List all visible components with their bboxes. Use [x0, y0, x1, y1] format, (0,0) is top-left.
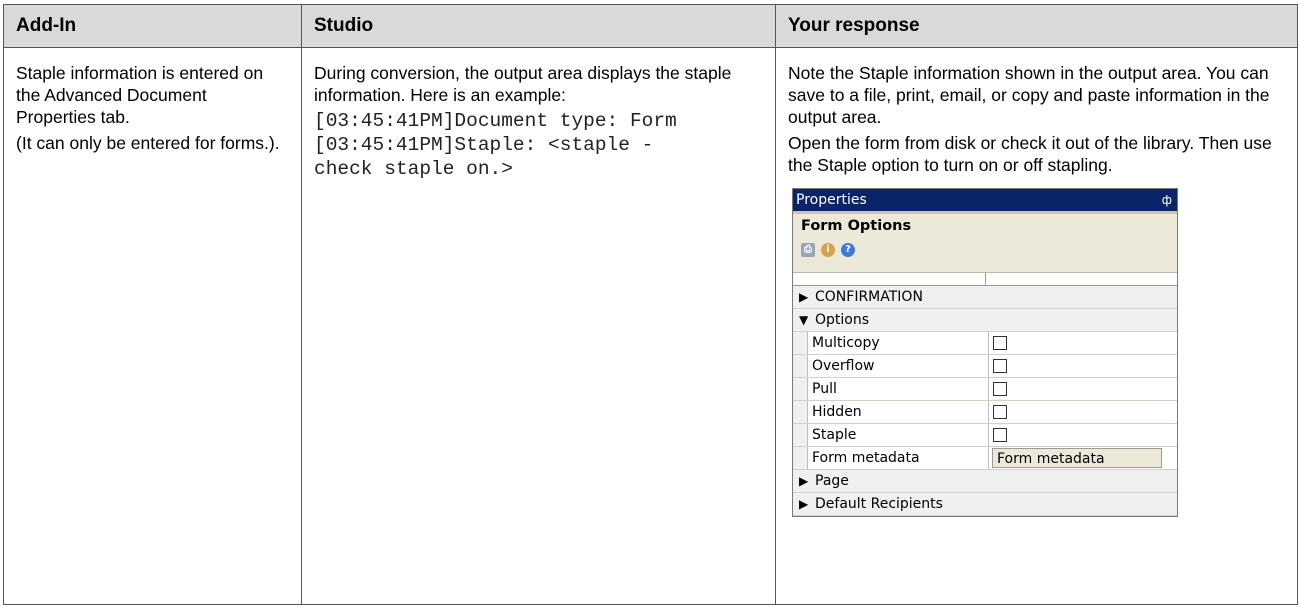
- form-options-header: Form Options: [793, 211, 1177, 238]
- code-line: check staple on.>: [314, 158, 513, 180]
- property-name: Overflow: [808, 355, 989, 377]
- content-row: Staple information is entered on the Adv…: [3, 47, 1298, 605]
- code-line: [03:45:41PM]Staple: <staple -: [314, 134, 654, 156]
- print-icon[interactable]: ⎙: [801, 243, 815, 257]
- property-name: Hidden: [808, 401, 989, 423]
- overflow-checkbox[interactable]: [993, 359, 1007, 373]
- category-page[interactable]: ▶ Page: [793, 470, 1177, 493]
- category-confirmation[interactable]: ▶ CONFIRMATION: [793, 286, 1177, 309]
- pull-checkbox[interactable]: [993, 382, 1007, 396]
- panel-title-bar: Properties ф: [793, 189, 1177, 211]
- collapse-icon[interactable]: ▼: [799, 309, 815, 331]
- header-row: Add-In Studio Your response: [3, 4, 1298, 48]
- property-name: Multicopy: [808, 332, 989, 354]
- code-line: [03:45:41PM]Document type: Form: [314, 110, 677, 132]
- property-name: Staple: [808, 424, 989, 446]
- expand-icon[interactable]: ▶: [799, 286, 815, 308]
- category-label: Options: [815, 312, 870, 328]
- column-header-addin: Add-In: [3, 4, 302, 48]
- multicopy-checkbox[interactable]: [993, 336, 1007, 350]
- property-row-overflow: Overflow: [793, 355, 1177, 378]
- property-row-pull: Pull: [793, 378, 1177, 401]
- property-name: Pull: [808, 378, 989, 400]
- response-cell: Note the Staple information shown in the…: [775, 47, 1298, 605]
- column-header-response: Your response: [775, 4, 1298, 48]
- comparison-table: Add-In Studio Your response Staple infor…: [3, 4, 1298, 605]
- category-default-recipients[interactable]: ▶ Default Recipients: [793, 493, 1177, 516]
- staple-checkbox[interactable]: [993, 428, 1007, 442]
- hidden-checkbox[interactable]: [993, 405, 1007, 419]
- form-metadata-value[interactable]: Form metadata: [992, 448, 1162, 468]
- property-row-multicopy: Multicopy: [793, 332, 1177, 355]
- property-name: Form metadata: [808, 447, 989, 469]
- response-text: Note the Staple information shown in the…: [788, 63, 1270, 127]
- panel-spacer: [793, 262, 1177, 273]
- studio-text: During conversion, the output area displ…: [314, 63, 732, 105]
- column-header-studio: Studio: [301, 4, 776, 48]
- category-label: Default Recipients: [815, 496, 943, 512]
- addin-text: Staple information is entered on the Adv…: [16, 63, 264, 127]
- properties-panel: Properties ф Form Options ⎙ i ? ▶ CONFIRM…: [792, 188, 1178, 517]
- property-row-form-metadata: Form metadata Form metadata: [793, 447, 1177, 470]
- response-instructions: Open the form from disk or check it out …: [788, 133, 1272, 175]
- grid-header: [793, 273, 1177, 286]
- addin-cell: Staple information is entered on the Adv…: [3, 47, 302, 605]
- property-row-staple: Staple: [793, 424, 1177, 447]
- studio-cell: During conversion, the output area displ…: [301, 47, 776, 605]
- panel-title: Properties: [796, 192, 867, 208]
- info-icon[interactable]: i: [821, 243, 835, 257]
- category-label: Page: [815, 473, 849, 489]
- help-icon[interactable]: ?: [841, 243, 855, 257]
- category-options[interactable]: ▼ Options: [793, 309, 1177, 332]
- expand-icon[interactable]: ▶: [799, 493, 815, 515]
- pin-icon[interactable]: ф: [1162, 189, 1172, 211]
- expand-icon[interactable]: ▶: [799, 470, 815, 492]
- property-row-hidden: Hidden: [793, 401, 1177, 424]
- category-label: CONFIRMATION: [815, 289, 923, 305]
- addin-note: (It can only be entered for forms.).: [16, 133, 280, 153]
- panel-toolbar: ⎙ i ?: [793, 238, 1177, 262]
